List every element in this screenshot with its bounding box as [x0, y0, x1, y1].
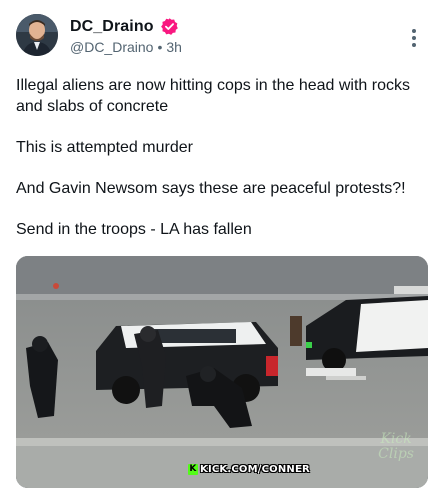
author-display-name[interactable]: DC_Draino: [70, 18, 154, 36]
kick-overlay-logo: K KICK.COM/CONNER: [188, 463, 310, 476]
more-dot: [412, 36, 416, 40]
more-dot: [412, 43, 416, 47]
kick-overlay-text: KICK.COM/CONNER: [200, 464, 310, 475]
post-paragraph: Send in the troops - LA has fallen: [16, 221, 252, 238]
post-paragraph: This is attempted murder: [16, 139, 193, 156]
post-paragraph: Illegal aliens are now hitting cops in t…: [16, 77, 410, 115]
author-avatar[interactable]: [16, 14, 58, 56]
video-watermark: Kick Clips: [378, 432, 414, 462]
post-card[interactable]: DC_Draino @DC_Draino • 3h Illegal aliens…: [0, 0, 444, 500]
author-handle[interactable]: @DC_Draino: [70, 39, 153, 55]
watermark-line: Kick: [380, 431, 412, 447]
more-options-button[interactable]: [406, 27, 422, 49]
more-vertical-icon: [412, 29, 416, 33]
verified-badge-icon: [160, 17, 179, 36]
video-frame: [16, 256, 428, 488]
post-paragraph: And Gavin Newsom says these are peaceful…: [16, 180, 406, 197]
watermark-line: Clips: [378, 446, 414, 462]
meta-separator: •: [157, 39, 163, 55]
post-timestamp[interactable]: 3h: [166, 39, 182, 55]
post-media-video[interactable]: K KICK.COM/CONNER Kick Clips: [16, 256, 428, 488]
kick-logo-icon: K: [188, 464, 198, 475]
